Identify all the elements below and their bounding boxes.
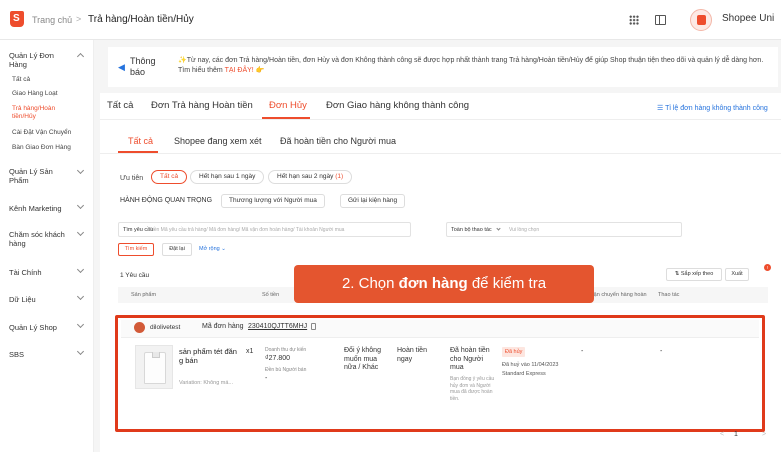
filter-placeholder: Vui lòng chọn — [509, 227, 540, 233]
action-chip-negotiate[interactable]: Thương lượng với Người mua — [221, 194, 325, 208]
column-header: Vận chuyển hàng hoàn — [590, 292, 647, 298]
chevron-down-icon[interactable] — [76, 292, 85, 301]
sidebar-group-customer-care[interactable]: Chăm sóc khách hàng — [9, 230, 77, 248]
sidebar-group-marketing[interactable]: Kênh Marketing — [9, 204, 62, 213]
priority-chip-expire-1-day[interactable]: Hết hạn sau 1 ngày — [190, 170, 265, 184]
export-alert-badge[interactable]: ! — [764, 264, 771, 271]
chevron-down-icon[interactable] — [76, 228, 85, 237]
sidebar-group-order-management[interactable]: Quản Lý Đơn Hàng — [9, 51, 69, 69]
notice-text: ✨Từ nay, các đơn Trả hàng/Hoàn tiền, đơn… — [178, 57, 764, 74]
notice-learn-more-link[interactable]: TẠI ĐÂY! 👉 — [225, 67, 265, 74]
priority-count: (1) — [335, 173, 344, 180]
subtab-all[interactable]: Tất cả — [128, 136, 153, 146]
apps-grid-icon[interactable] — [629, 15, 639, 25]
shopee-logo-icon[interactable] — [10, 11, 24, 27]
tab-all[interactable]: Tất cả — [107, 100, 133, 111]
chevron-down-icon[interactable] — [76, 347, 85, 356]
chevron-up-icon[interactable] — [76, 52, 85, 61]
chevron-down-icon[interactable] — [76, 265, 85, 274]
chevron-down-icon[interactable] — [76, 320, 85, 329]
column-header: Sản phẩm — [131, 292, 157, 298]
request-count: 1 Yêu cầu — [120, 272, 150, 279]
sidebar-item-returns-refunds-cancel[interactable]: Trả hàng/Hoàn tiền/Hủy — [12, 105, 72, 121]
sidebar-item-shipping-settings[interactable]: Cài Đặt Vận Chuyển — [12, 129, 71, 137]
shop-avatar[interactable] — [690, 9, 712, 31]
tab-cancelled[interactable]: Đơn Hủy — [269, 100, 307, 111]
failed-order-rate-link[interactable]: ☰ Tỉ lệ đơn hàng không thành công — [657, 104, 768, 112]
priority-label: Ưu tiên — [120, 175, 144, 182]
sidebar-group-sbs[interactable]: SBS — [9, 350, 24, 359]
sidebar-item-bulk-shipping[interactable]: Giao Hàng Loạt — [12, 90, 58, 98]
tab-divider — [100, 119, 781, 120]
breadcrumb-separator: > — [76, 14, 82, 24]
export-button[interactable]: Xuất — [725, 268, 749, 281]
instruction-callout: 2. Chọn đơn hàng để kiểm tra — [294, 265, 594, 303]
subtab-shopee-reviewing[interactable]: Shopee đang xem xét — [174, 136, 262, 146]
action-filter-select[interactable]: Toàn bộ thao tác Vui lòng chọn — [446, 222, 682, 237]
notice-banner: ◀ Thông báo ✨Từ nay, các đơn Trả hàng/Ho… — [108, 47, 778, 87]
chevron-down-icon[interactable] — [76, 166, 85, 175]
top-bar: Trang chủ > Trả hàng/Hoàn tiền/Hủy Shope… — [0, 0, 781, 40]
important-actions-label: HÀNH ĐỘNG QUAN TRỌNG — [120, 197, 213, 204]
breadcrumb-home[interactable]: Trang chủ — [32, 15, 72, 25]
filter-label: Toàn bộ thao tác — [451, 227, 492, 233]
sort-button[interactable]: ⇅ Sắp xếp theo — [666, 268, 722, 281]
priority-chip-all[interactable]: Tất cả — [151, 170, 188, 184]
search-request-field[interactable]: Tìm yêu cầu Điền Mã yêu cầu trả hàng/ Mã… — [118, 222, 411, 237]
search-input[interactable]: Điền Mã yêu cầu trả hàng/ Mã đơn hàng/ M… — [149, 227, 344, 233]
pager-page-number[interactable]: 1 — [734, 431, 738, 438]
action-chip-resend-package[interactable]: Gửi lại kiện hàng — [340, 194, 406, 208]
breadcrumb-current-page: Trả hàng/Hoàn tiền/Hủy — [88, 14, 194, 25]
chevron-down-icon — [496, 226, 501, 231]
pager-next-button[interactable]: > — [762, 431, 766, 438]
notice-title: Thông báo — [130, 56, 156, 77]
sidebar-item-order-handover[interactable]: Bàn Giao Đơn Hàng — [12, 144, 71, 152]
column-header: Thao tác — [658, 292, 680, 298]
sidebar: Quản Lý Đơn Hàng Tất cả Giao Hàng Loạt T… — [0, 40, 94, 452]
reset-button[interactable]: Đặt lại — [162, 243, 192, 256]
tab-return-refund[interactable]: Đơn Trả hàng Hoàn tiền — [151, 100, 253, 111]
search-button[interactable]: Tìm kiếm — [118, 243, 154, 256]
order-highlight-box[interactable] — [115, 315, 765, 432]
sidebar-group-shop-management[interactable]: Quản Lý Shop — [9, 323, 57, 332]
learning-book-icon[interactable] — [655, 15, 666, 25]
priority-chip-expire-2-days[interactable]: Hết hạn sau 2 ngày (1) — [268, 170, 353, 184]
sidebar-item-all[interactable]: Tất cả — [12, 76, 30, 84]
subtab-refunded-to-buyer[interactable]: Đã hoàn tiền cho Người mua — [280, 136, 396, 146]
chevron-down-icon[interactable] — [76, 201, 85, 210]
shop-name[interactable]: Shopee Uni — [722, 13, 774, 24]
tab-failed-delivery[interactable]: Đơn Giao hàng không thành công — [326, 100, 469, 111]
sidebar-group-data[interactable]: Dữ Liệu — [9, 295, 36, 304]
subtab-divider — [100, 153, 781, 154]
expand-filters-link[interactable]: Mở rộng ⌄ — [199, 246, 226, 252]
column-header: Số tiền — [262, 292, 280, 298]
sidebar-group-finance[interactable]: Tài Chính — [9, 268, 42, 277]
pager-prev-button[interactable]: < — [720, 431, 724, 438]
sidebar-group-product-management[interactable]: Quản Lý Sản Phẩm — [9, 167, 69, 185]
megaphone-icon: ◀ — [118, 62, 125, 72]
